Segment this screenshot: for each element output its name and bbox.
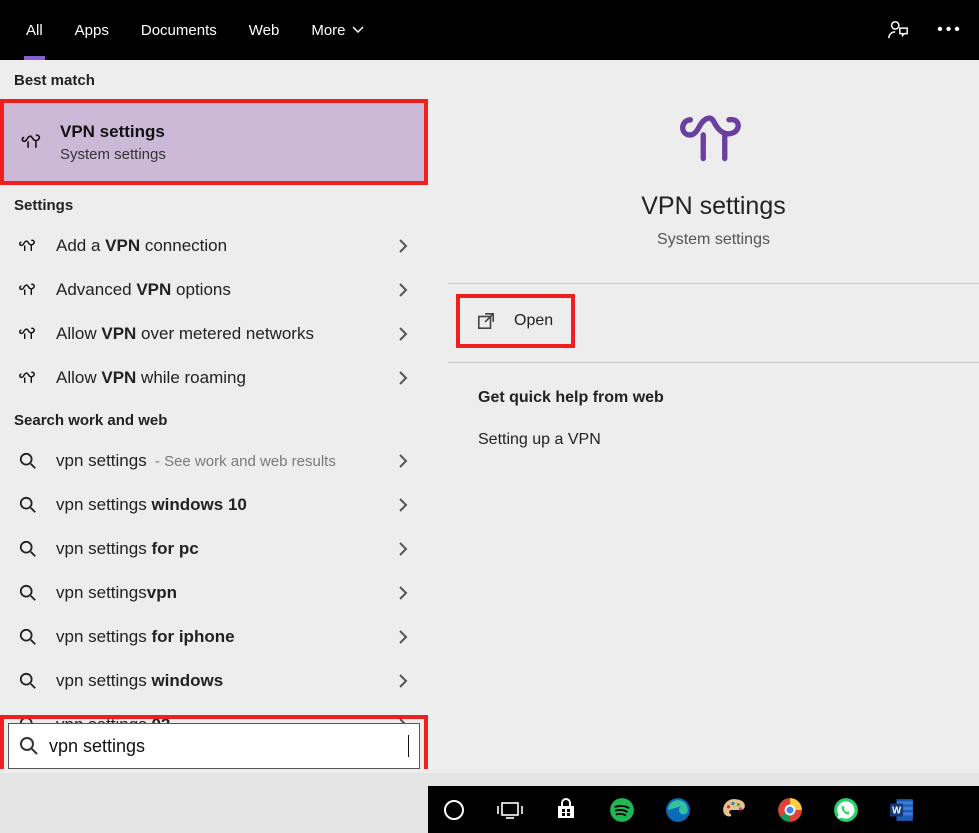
section-best-match: Best match (0, 60, 428, 99)
taskbar-chrome-icon[interactable] (772, 792, 808, 828)
tab-documents[interactable]: Documents (125, 0, 233, 60)
svg-text:W: W (892, 805, 902, 816)
tab-apps-label: Apps (75, 22, 109, 39)
taskbar-paint-icon[interactable] (716, 792, 752, 828)
setting-allow-vpn-roaming[interactable]: Allow VPN while roaming (0, 356, 428, 400)
search-icon (14, 628, 42, 646)
vpn-icon (14, 282, 42, 298)
search-icon (14, 584, 42, 602)
taskbar-edge-icon[interactable] (660, 792, 696, 828)
web-result-label: vpn settingsvpn (56, 583, 177, 603)
vpn-icon (14, 326, 42, 342)
section-search-web: Search work and web (0, 400, 428, 439)
search-icon (14, 672, 42, 690)
web-result-label: vpn settings windows 10 (56, 495, 247, 515)
search-icon (19, 736, 39, 756)
tab-web[interactable]: Web (233, 0, 296, 60)
chevron-down-icon (352, 26, 364, 34)
help-link-setup-vpn[interactable]: Setting up a VPN (478, 431, 979, 449)
web-result-3[interactable]: vpn settings for pc (0, 527, 428, 571)
best-match-subtitle: System settings (60, 146, 166, 163)
vpn-icon (14, 238, 42, 254)
help-section-title: Get quick help from web (478, 389, 979, 407)
web-result-label: vpn settings - See work and web results (56, 451, 336, 471)
feedback-icon[interactable] (883, 15, 913, 45)
result-vpn-settings[interactable]: VPN settings System settings (4, 103, 424, 181)
search-icon (14, 496, 42, 514)
search-box[interactable] (8, 723, 420, 769)
best-match-title: VPN settings (60, 122, 166, 142)
setting-allow-vpn-metered[interactable]: Allow VPN over metered networks (0, 312, 428, 356)
more-options-icon[interactable]: ••• (935, 15, 965, 45)
results-pane: Best match VPN settings System settings (0, 60, 428, 773)
preview-subtitle: System settings (657, 231, 770, 249)
taskbar-store-icon[interactable] (548, 792, 584, 828)
tab-all-label: All (26, 22, 43, 39)
preview-title: VPN settings (641, 192, 786, 221)
web-result-1[interactable]: vpn settings - See work and web results (0, 439, 428, 483)
open-icon (474, 312, 498, 330)
web-result-label: vpn settings windows (56, 671, 223, 691)
highlight-search-box (0, 715, 428, 769)
chevron-right-icon (398, 542, 408, 556)
highlight-best-match: VPN settings System settings (0, 99, 428, 185)
text-caret (408, 735, 409, 757)
vpn-icon (14, 370, 42, 386)
search-input[interactable] (49, 736, 406, 757)
search-icon (14, 452, 42, 470)
tab-all[interactable]: All (10, 0, 59, 60)
setting-label: Allow VPN over metered networks (56, 324, 314, 344)
taskbar: W (428, 786, 979, 833)
chevron-right-icon (398, 586, 408, 600)
highlight-open-button: Open (456, 294, 575, 348)
setting-add-vpn-connection[interactable]: Add a VPN connection (0, 224, 428, 268)
tab-more-label: More (311, 22, 345, 39)
taskbar-cortana-icon[interactable] (436, 792, 472, 828)
chevron-right-icon (398, 283, 408, 297)
chevron-right-icon (398, 371, 408, 385)
section-settings: Settings (0, 185, 428, 224)
open-button[interactable]: Open (460, 298, 571, 344)
chevron-right-icon (398, 674, 408, 688)
search-icon (14, 540, 42, 558)
vpn-icon (18, 132, 46, 152)
vpn-hero-icon (671, 108, 757, 166)
tab-web-label: Web (249, 22, 280, 39)
web-result-4[interactable]: vpn settingsvpn (0, 571, 428, 615)
setting-label: Allow VPN while roaming (56, 368, 246, 388)
chevron-right-icon (398, 327, 408, 341)
preview-pane: VPN settings System settings Open Get qu… (428, 60, 979, 773)
search-tabs-bar: All Apps Documents Web More ••• (0, 0, 979, 60)
chevron-right-icon (398, 630, 408, 644)
chevron-right-icon (398, 239, 408, 253)
web-result-6[interactable]: vpn settings windows (0, 659, 428, 703)
web-result-label: vpn settings for pc (56, 539, 199, 559)
web-result-label: vpn settings for iphone (56, 627, 235, 647)
setting-label: Add a VPN connection (56, 236, 227, 256)
taskbar-spotify-icon[interactable] (604, 792, 640, 828)
taskbar-whatsapp-icon[interactable] (828, 792, 864, 828)
taskbar-word-icon[interactable]: W (884, 792, 920, 828)
chevron-right-icon (398, 454, 408, 468)
web-result-5[interactable]: vpn settings for iphone (0, 615, 428, 659)
chevron-right-icon (398, 498, 408, 512)
tab-documents-label: Documents (141, 22, 217, 39)
setting-advanced-vpn-options[interactable]: Advanced VPN options (0, 268, 428, 312)
web-result-2[interactable]: vpn settings windows 10 (0, 483, 428, 527)
setting-label: Advanced VPN options (56, 280, 231, 300)
tab-more[interactable]: More (295, 0, 379, 60)
tab-apps[interactable]: Apps (59, 0, 125, 60)
taskbar-taskview-icon[interactable] (492, 792, 528, 828)
open-label: Open (514, 312, 553, 330)
